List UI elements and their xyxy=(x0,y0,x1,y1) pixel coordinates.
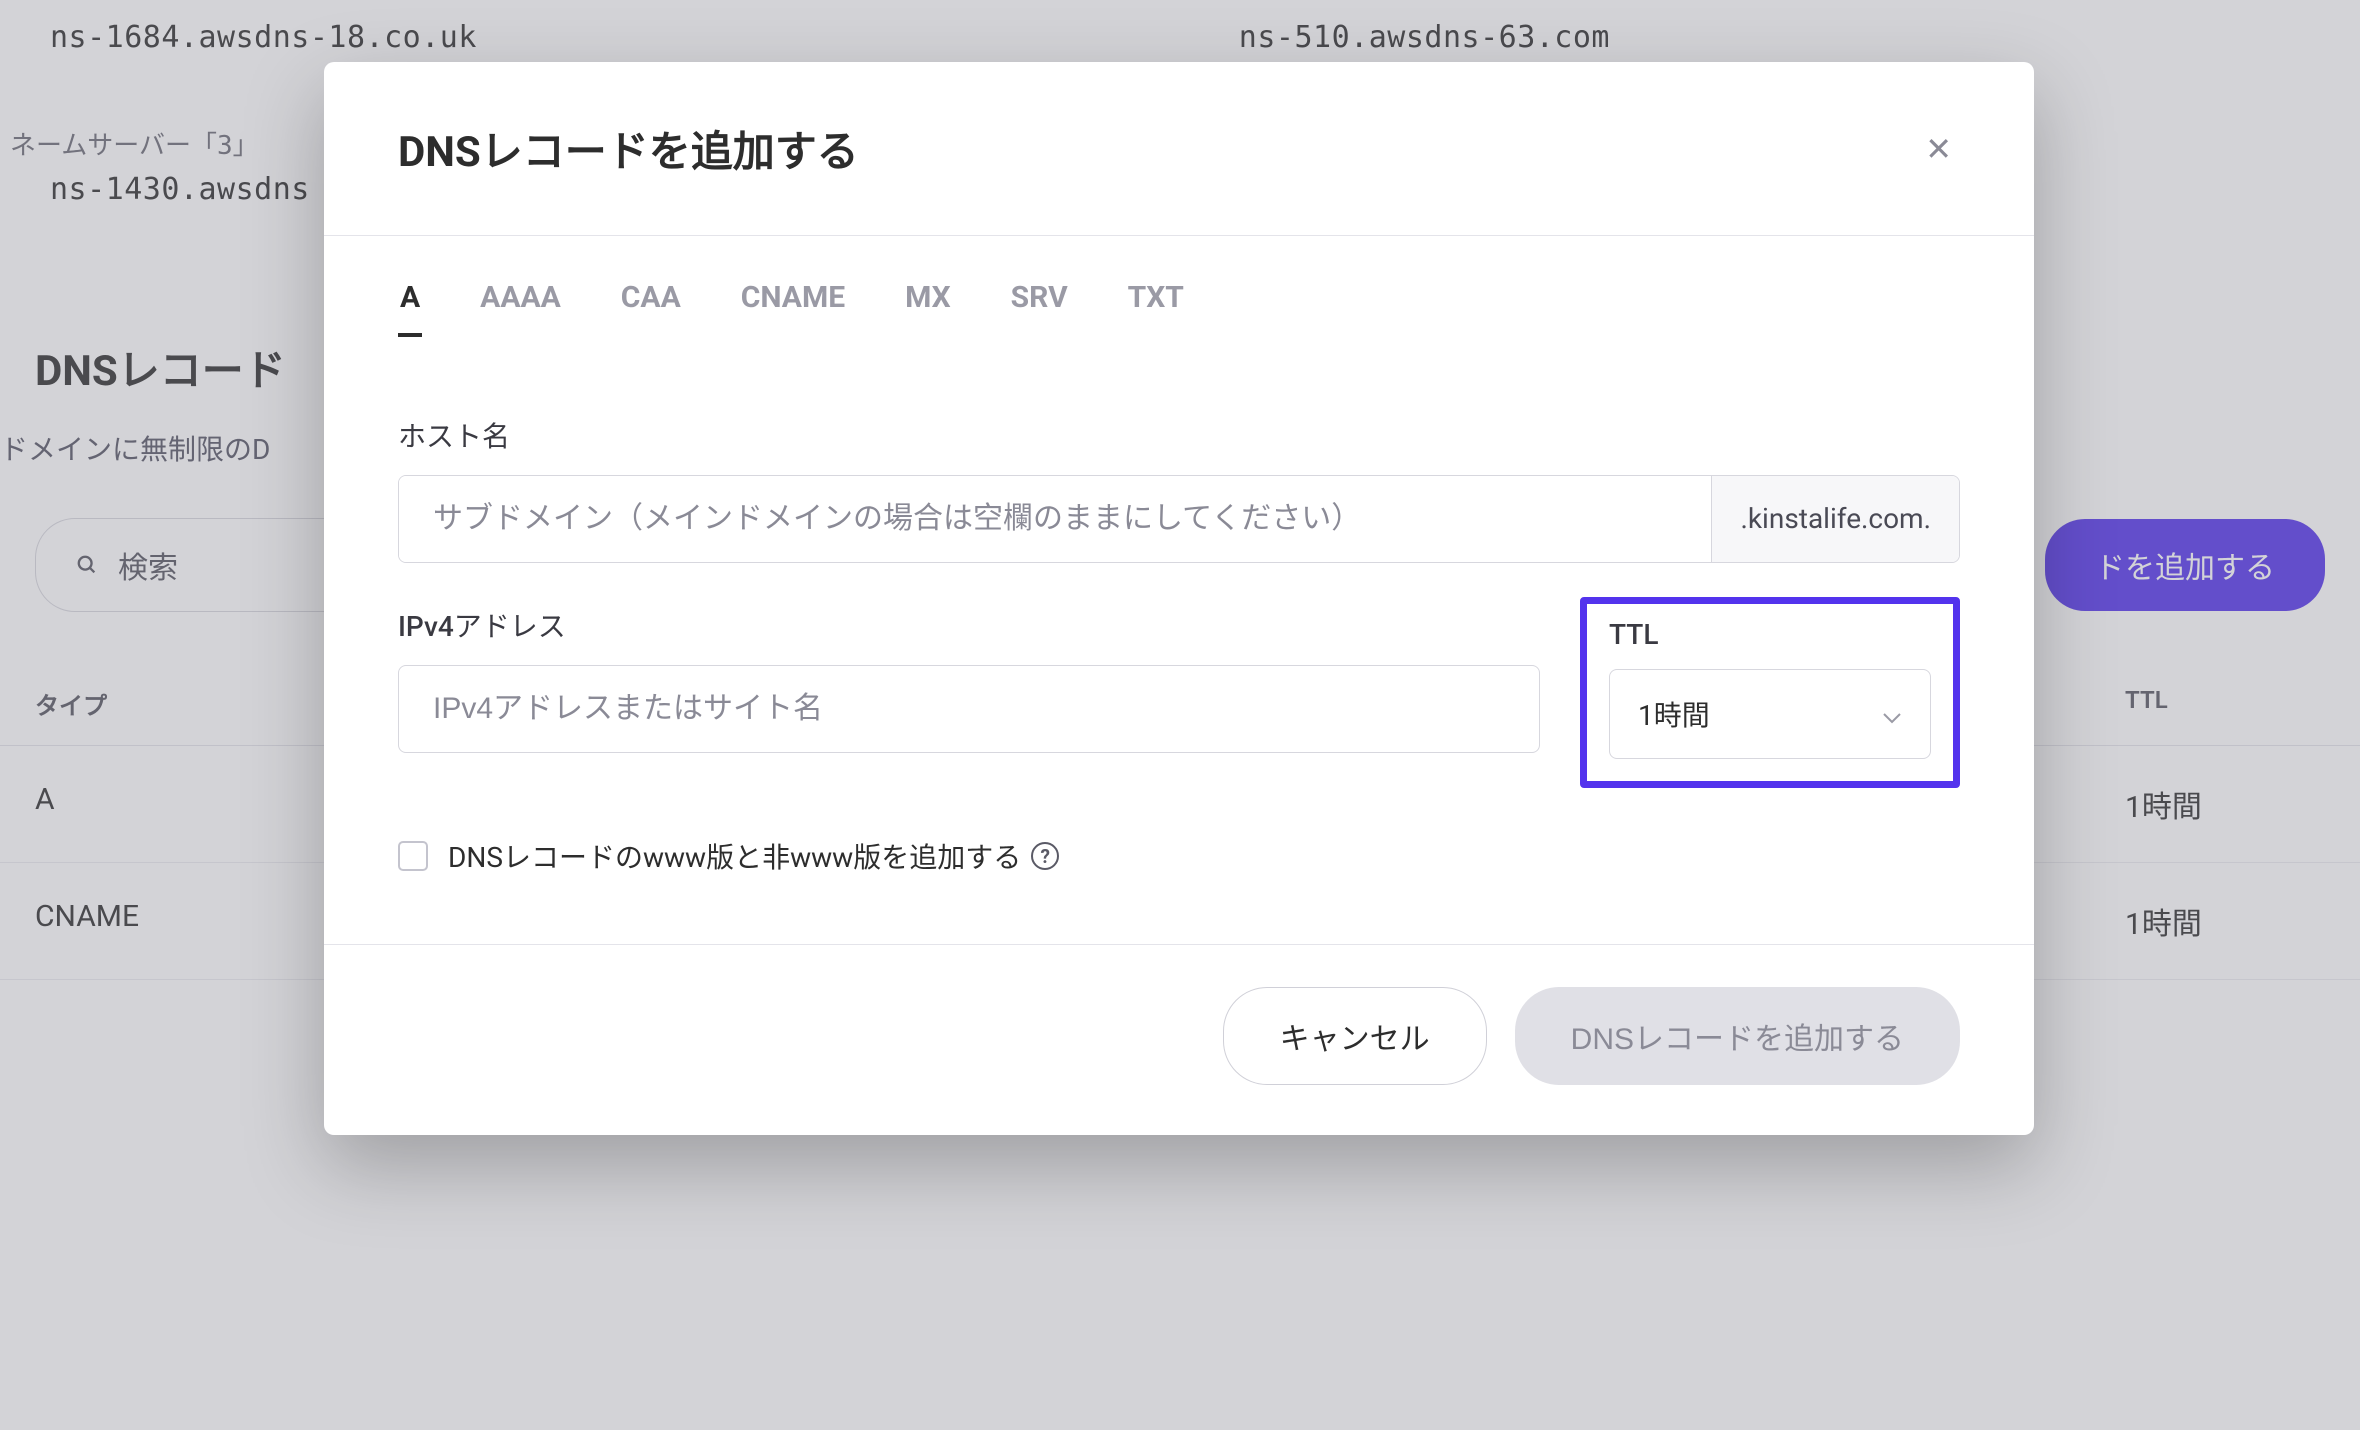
submit-button[interactable]: DNSレコードを追加する xyxy=(1515,987,1960,1085)
help-icon[interactable]: ? xyxy=(1031,842,1059,870)
ipv4-label: IPv4アドレス xyxy=(398,605,1540,645)
tab-cname[interactable]: CNAME xyxy=(739,280,847,337)
add-dns-record-modal: DNSレコードを追加する ✕ A AAAA CAA CNAME MX SRV T… xyxy=(324,62,2034,1135)
tab-mx[interactable]: MX xyxy=(903,280,953,337)
tab-aaaa[interactable]: AAAA xyxy=(478,280,563,337)
hostname-field-wrapper: .kinstalife.com. xyxy=(398,475,1960,563)
ttl-value: 1時間 xyxy=(1638,694,1710,734)
tab-caa[interactable]: CAA xyxy=(619,280,683,337)
ttl-label: TTL xyxy=(1609,618,1931,651)
www-nonwww-label: DNSレコードのwww版と非www版を追加する ? xyxy=(448,836,1059,876)
www-nonwww-checkbox[interactable] xyxy=(398,841,428,871)
record-type-tabs: A AAAA CAA CNAME MX SRV TXT xyxy=(324,236,2034,337)
ipv4-input[interactable] xyxy=(398,665,1540,753)
ttl-highlight-box: TTL 1時間 xyxy=(1580,597,1960,788)
hostname-input[interactable] xyxy=(399,476,1711,562)
modal-title: DNSレコードを追加する xyxy=(398,118,859,179)
tab-a[interactable]: A xyxy=(398,280,422,337)
ttl-select[interactable]: 1時間 xyxy=(1609,669,1931,759)
tab-srv[interactable]: SRV xyxy=(1009,280,1070,337)
cancel-button[interactable]: キャンセル xyxy=(1223,987,1487,1085)
tab-txt[interactable]: TXT xyxy=(1126,280,1186,337)
chevron-down-icon xyxy=(1882,698,1902,731)
close-icon[interactable]: ✕ xyxy=(1917,126,1960,172)
hostname-suffix: .kinstalife.com. xyxy=(1711,476,1959,562)
hostname-label: ホスト名 xyxy=(398,415,1960,455)
